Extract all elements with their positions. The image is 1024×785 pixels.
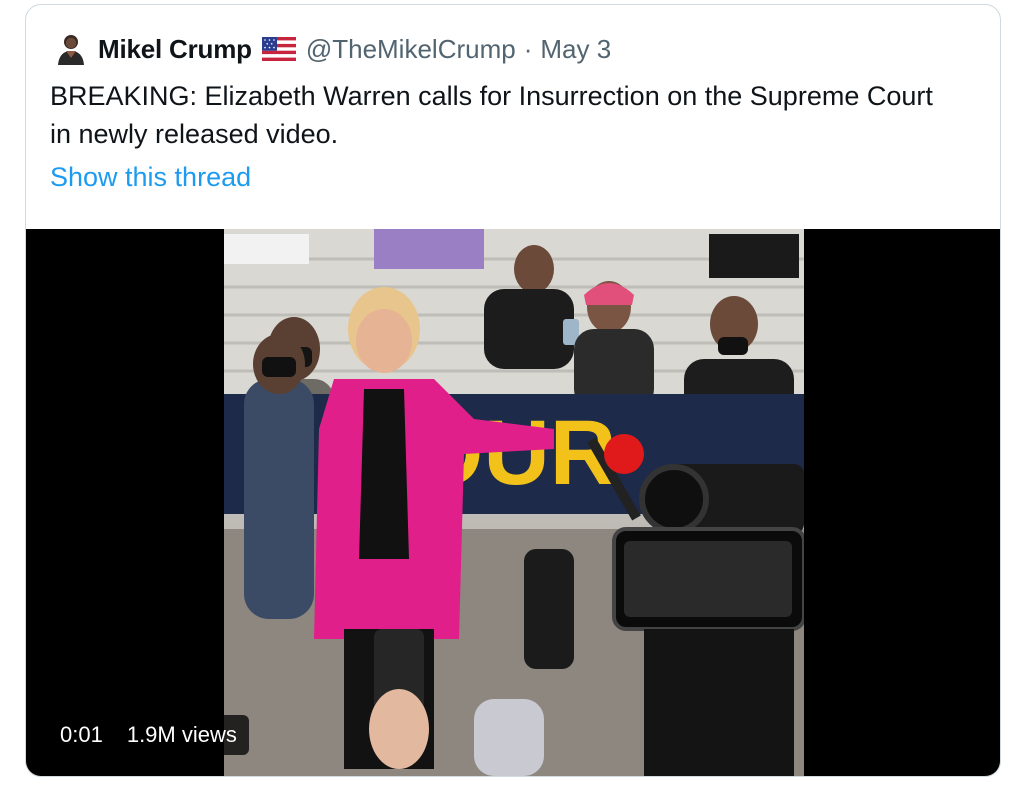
tweet-text: BREAKING: Elizabeth Warren calls for Ins… bbox=[50, 81, 933, 149]
tweet-header: Mikel Crump @TheMikelCrump · May 3 bbox=[54, 31, 611, 67]
video-frame: OUR bbox=[224, 229, 804, 776]
avatar[interactable] bbox=[54, 32, 88, 66]
tweet-card[interactable]: Mikel Crump @TheMikelCrump · May 3 BREAK… bbox=[25, 4, 1001, 777]
video-view-count: 1.9M views bbox=[126, 722, 237, 747]
video-info-overlay: 0:01 1.9M views bbox=[48, 715, 249, 755]
us-flag-icon bbox=[261, 37, 296, 61]
video-elapsed-time: 0:01 bbox=[60, 722, 103, 747]
tweet-date[interactable]: May 3 bbox=[540, 34, 611, 65]
avatar-person-icon bbox=[58, 35, 84, 65]
header-separator: · bbox=[523, 33, 533, 64]
video-scene-image: OUR bbox=[224, 229, 804, 776]
show-thread-link[interactable]: Show this thread bbox=[50, 162, 251, 193]
video-player[interactable]: OUR 0:01 1.9M views bbox=[26, 229, 1000, 776]
author-name[interactable]: Mikel Crump bbox=[98, 34, 252, 65]
author-handle[interactable]: @TheMikelCrump bbox=[306, 34, 516, 65]
